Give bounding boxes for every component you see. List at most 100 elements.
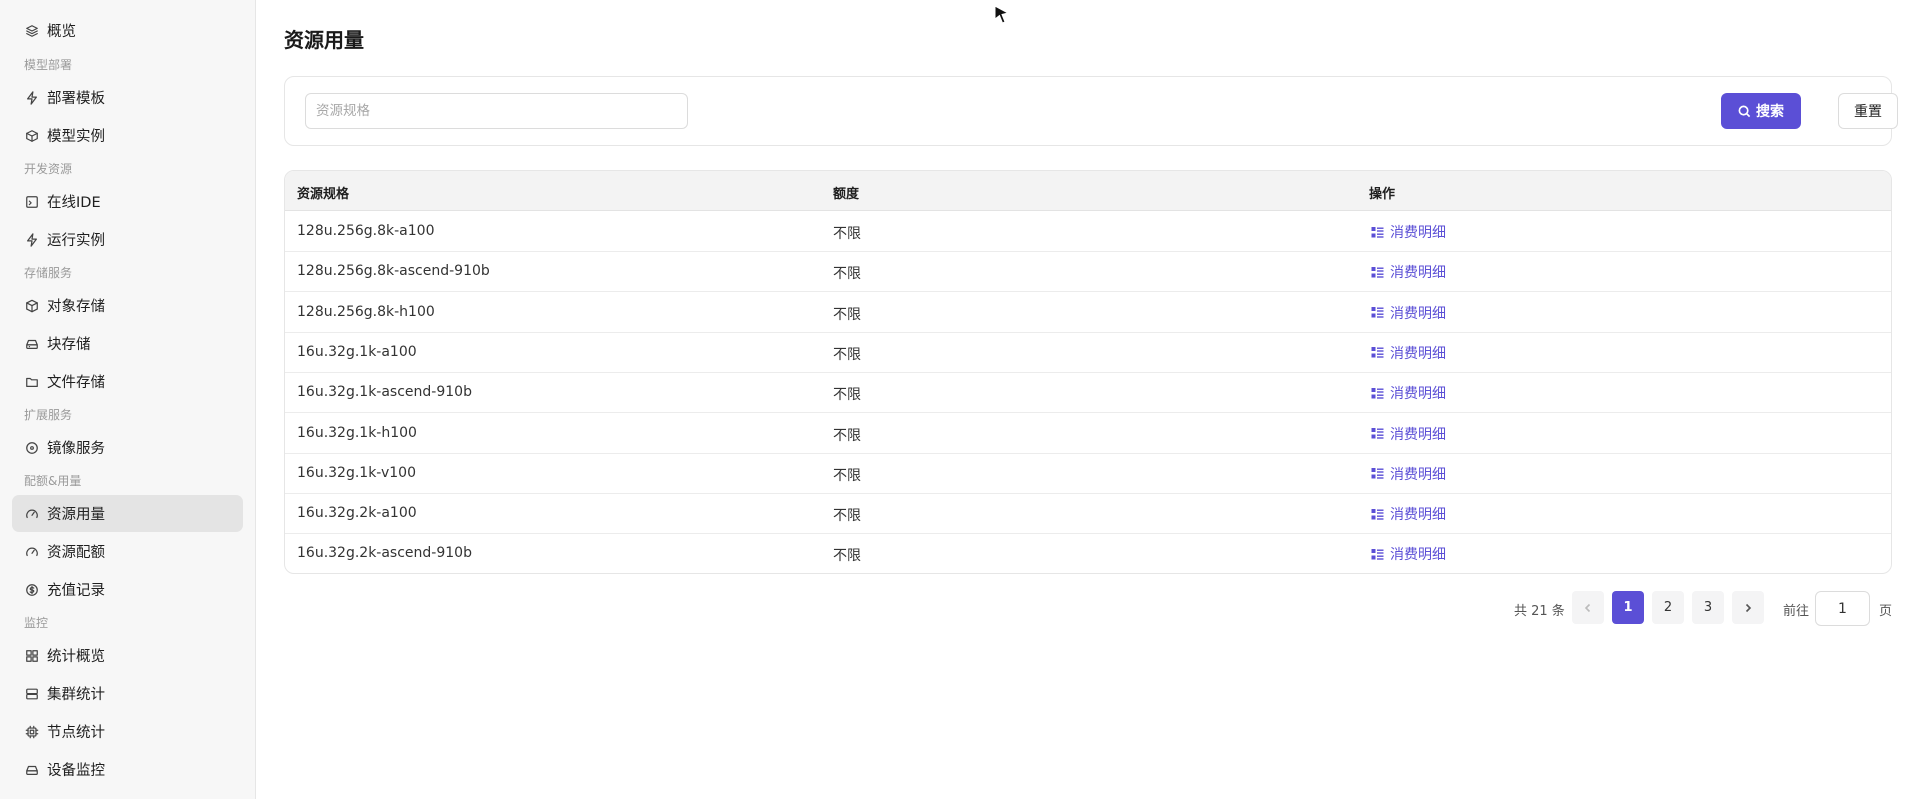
goto-page-input[interactable] xyxy=(1815,591,1870,626)
search-panel: 搜索 重置 xyxy=(284,76,1898,146)
code-window-icon xyxy=(24,194,39,209)
cell-resource-spec: 16u.32g.2k-ascend-910b xyxy=(297,545,472,562)
search-button[interactable]: 搜索 xyxy=(1721,93,1801,129)
consumption-details-link[interactable]: 消费明细 xyxy=(1371,303,1446,323)
sidebar: 概览 模型部署 部署模板 模型实例 开发资源 在线IDE 运行实例 存储服务 对… xyxy=(0,0,256,799)
cell-quota: 不限 xyxy=(833,346,861,363)
pagination-total: 共 21 条 xyxy=(1514,604,1565,619)
sidebar-item-object-storage[interactable]: 对象存储 xyxy=(12,287,243,324)
cell-quota: 不限 xyxy=(833,266,861,283)
cube-stack-icon xyxy=(24,128,39,143)
table-row: 16u.32g.2k-ascend-910b 不限 消费明细 xyxy=(285,534,1891,573)
drive-icon xyxy=(24,762,39,777)
sidebar-item-recharge-records[interactable]: 充值记录 xyxy=(12,571,243,608)
nav-group-label: 扩展服务 xyxy=(24,408,73,422)
cell-resource-spec: 16u.32g.2k-a100 xyxy=(297,505,417,522)
consumption-details-link[interactable]: 消费明细 xyxy=(1371,464,1446,484)
next-page-button[interactable] xyxy=(1732,591,1764,624)
goto-label: 前往 xyxy=(1783,604,1810,619)
consumption-details-label: 消费明细 xyxy=(1390,547,1446,564)
chip-icon xyxy=(24,724,39,739)
nav-group-label: 存储服务 xyxy=(24,266,73,280)
search-icon xyxy=(1738,105,1751,117)
sidebar-item-label: 集群统计 xyxy=(47,687,105,703)
consumption-details-link[interactable]: 消费明细 xyxy=(1371,222,1446,242)
consumption-details-link[interactable]: 消费明细 xyxy=(1371,343,1446,363)
cell-resource-spec: 128u.256g.8k-a100 xyxy=(297,223,435,239)
sidebar-item-label: 统计概览 xyxy=(47,649,105,665)
disc-icon xyxy=(24,440,39,455)
sidebar-item-stats-overview[interactable]: 统计概览 xyxy=(12,637,243,674)
list-details-icon xyxy=(1371,266,1384,278)
resource-spec-search-input[interactable] xyxy=(305,93,688,129)
cell-quota: 不限 xyxy=(833,427,861,444)
bolt-icon xyxy=(24,232,39,247)
sidebar-item-cluster-stats[interactable]: 集群统计 xyxy=(12,675,243,712)
list-details-icon xyxy=(1371,548,1384,560)
chevron-right-icon xyxy=(1745,603,1752,612)
column-header-quota: 额度 xyxy=(833,187,860,202)
sidebar-item-label: 节点统计 xyxy=(47,725,105,741)
nav-group-label: 开发资源 xyxy=(24,162,73,176)
sidebar-item-overview[interactable]: 概览 xyxy=(12,12,243,49)
table-row: 16u.32g.1k-h100 不限 消费明细 xyxy=(285,414,1891,454)
consumption-details-label: 消费明细 xyxy=(1390,466,1446,483)
sidebar-item-deploy-templates[interactable]: 部署模板 xyxy=(12,79,243,116)
sidebar-item-block-storage[interactable]: 块存储 xyxy=(12,325,243,362)
list-details-icon xyxy=(1371,468,1384,479)
reset-button[interactable]: 重置 xyxy=(1838,93,1898,129)
consumption-details-label: 消费明细 xyxy=(1390,345,1446,362)
consumption-details-link[interactable]: 消费明细 xyxy=(1371,262,1446,282)
sidebar-item-node-stats[interactable]: 节点统计 xyxy=(12,713,243,750)
consumption-details-label: 消费明细 xyxy=(1390,265,1446,282)
sidebar-item-file-storage[interactable]: 文件存储 xyxy=(12,363,243,400)
cell-quota: 不限 xyxy=(833,508,861,525)
sidebar-item-image-service[interactable]: 镜像服务 xyxy=(12,429,243,466)
sidebar-item-label: 对象存储 xyxy=(47,299,105,315)
list-details-icon xyxy=(1371,387,1384,399)
chevron-left-icon xyxy=(1584,603,1591,612)
nav-group-label: 配额&用量 xyxy=(24,474,82,488)
sidebar-item-label: 概览 xyxy=(47,24,76,40)
box-icon xyxy=(24,298,39,313)
sidebar-item-resource-usage[interactable]: 资源用量 xyxy=(12,495,243,532)
cell-resource-spec: 16u.32g.1k-v100 xyxy=(297,464,416,481)
nav-group-label: 监控 xyxy=(24,616,49,630)
page-button-1[interactable]: 1 xyxy=(1612,591,1644,624)
pagination: 共 21 条 1 2 3 前往 页 xyxy=(257,591,1920,626)
table-row: 16u.32g.1k-v100 不限 消费明细 xyxy=(285,454,1891,494)
sidebar-item-label: 在线IDE xyxy=(47,195,101,211)
consumption-details-label: 消费明细 xyxy=(1390,426,1446,443)
cell-resource-spec: 128u.256g.8k-ascend-910b xyxy=(297,263,490,280)
cell-resource-spec: 16u.32g.1k-a100 xyxy=(297,343,417,360)
consumption-details-link[interactable]: 消费明细 xyxy=(1371,504,1446,524)
cell-resource-spec: 128u.256g.8k-h100 xyxy=(297,303,435,320)
sidebar-item-label: 模型实例 xyxy=(47,129,105,145)
consumption-details-link[interactable]: 消费明细 xyxy=(1371,424,1446,444)
drive-icon xyxy=(24,336,39,351)
sidebar-item-resource-quota[interactable]: 资源配额 xyxy=(12,533,243,570)
prev-page-button[interactable] xyxy=(1572,591,1604,624)
sidebar-item-online-ide[interactable]: 在线IDE xyxy=(12,183,243,220)
table-row: 128u.256g.8k-ascend-910b 不限 消费明细 xyxy=(285,252,1891,293)
page-title: 资源用量 xyxy=(284,28,364,52)
mouse-cursor-icon xyxy=(994,5,1010,24)
sidebar-item-model-instances[interactable]: 模型实例 xyxy=(12,117,243,154)
list-details-icon xyxy=(1371,428,1384,439)
cell-quota: 不限 xyxy=(833,467,861,484)
page-button-2[interactable]: 2 xyxy=(1652,591,1684,624)
consumption-details-link[interactable]: 消费明细 xyxy=(1371,383,1446,403)
sidebar-item-run-instances[interactable]: 运行实例 xyxy=(12,221,243,258)
cell-quota: 不限 xyxy=(833,226,861,242)
sidebar-item-label: 块存储 xyxy=(47,337,91,353)
nav-group-label: 模型部署 xyxy=(24,58,73,72)
cell-quota: 不限 xyxy=(833,548,861,565)
sidebar-item-device-monitoring[interactable]: 设备监控 xyxy=(12,751,243,788)
consumption-details-link[interactable]: 消费明细 xyxy=(1371,544,1446,564)
table-row: 128u.256g.8k-a100 不限 消费明细 xyxy=(285,212,1891,252)
page-button-3[interactable]: 3 xyxy=(1692,591,1724,624)
column-header-spec: 资源规格 xyxy=(297,187,350,202)
cell-quota: 不限 xyxy=(833,306,861,323)
list-details-icon xyxy=(1371,307,1384,318)
sidebar-item-label: 资源用量 xyxy=(47,507,105,523)
